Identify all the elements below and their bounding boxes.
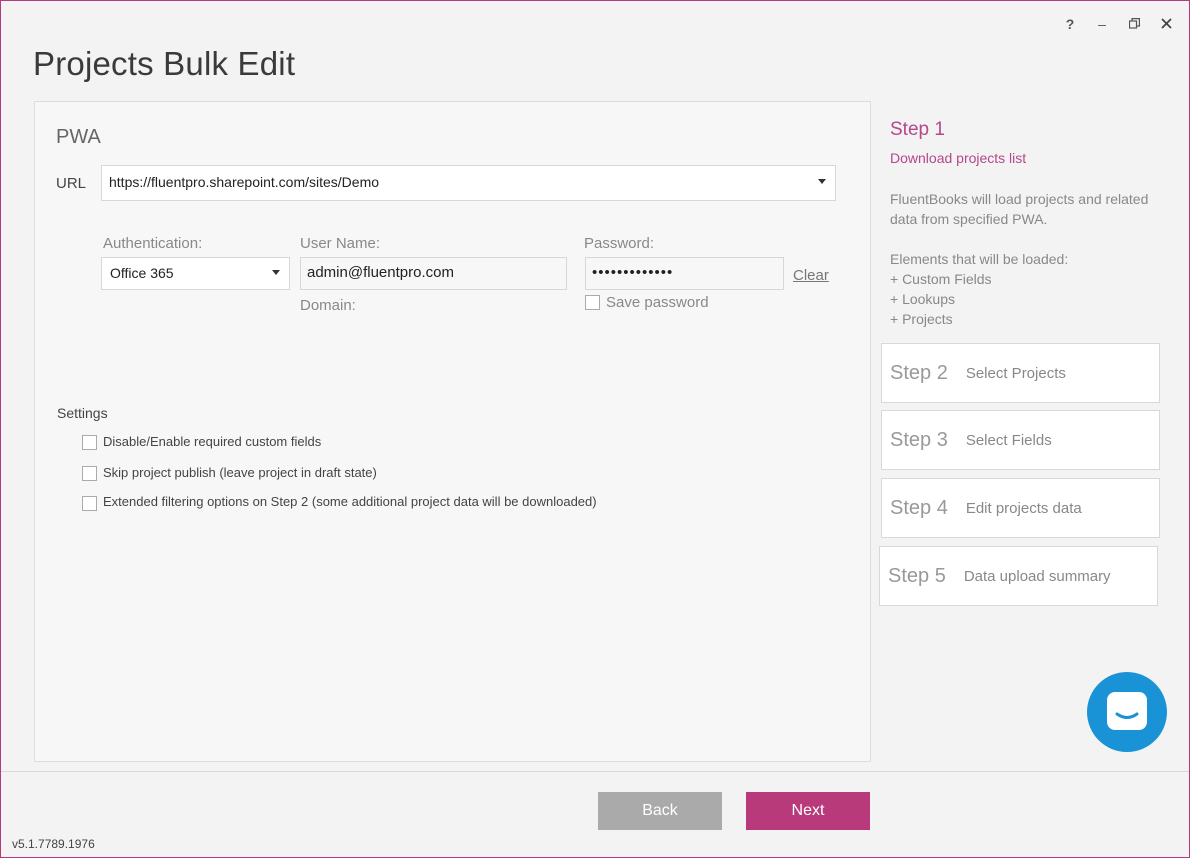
back-button[interactable]: Back xyxy=(598,792,722,830)
app-window: ? – Projects Bulk Edit PWA URL https://f… xyxy=(0,0,1190,858)
next-button[interactable]: Next xyxy=(746,792,870,830)
step-number: Step 5 xyxy=(888,564,946,587)
authentication-value: Office 365 xyxy=(110,265,174,281)
step-4-item[interactable]: Step 4 Edit projects data xyxy=(881,478,1160,538)
url-value: https://fluentpro.sharepoint.com/sites/D… xyxy=(109,174,380,190)
step-description-text: FluentBooks will load projects and relat… xyxy=(890,191,1149,227)
main-panel: PWA URL https://fluentpro.sharepoint.com… xyxy=(34,101,871,762)
version-label: v5.1.7789.1976 xyxy=(12,837,95,851)
password-label: Password: xyxy=(584,235,655,252)
authentication-label: Authentication: xyxy=(103,235,203,252)
current-step-title: Step 1 xyxy=(890,119,945,140)
authentication-select[interactable]: Office 365 xyxy=(101,257,290,290)
restore-icon[interactable] xyxy=(1125,15,1143,33)
extended-filtering-label: Extended filtering options on Step 2 (so… xyxy=(103,494,597,509)
step-3-item[interactable]: Step 3 Select Fields xyxy=(881,410,1160,470)
clear-password-link[interactable]: Clear xyxy=(793,267,829,284)
chat-icon xyxy=(1107,692,1147,730)
step-name: Data upload summary xyxy=(963,567,1111,585)
step-2-item[interactable]: Step 2 Select Projects xyxy=(881,343,1160,403)
skip-publish-checkbox[interactable] xyxy=(82,466,97,481)
step-5-item[interactable]: Step 5 Data upload summary xyxy=(879,546,1158,606)
step-name: Edit projects data xyxy=(965,499,1082,517)
url-select[interactable]: https://fluentpro.sharepoint.com/sites/D… xyxy=(101,165,836,201)
password-field[interactable]: ••••••••••••• xyxy=(585,257,784,290)
window-controls: ? – xyxy=(1061,15,1175,33)
element-item: + Custom Fields xyxy=(890,271,992,287)
skip-publish-label: Skip project publish (leave project in d… xyxy=(103,465,377,480)
dropdown-arrow-icon[interactable] xyxy=(818,179,826,184)
minimize-icon[interactable]: – xyxy=(1093,15,1111,33)
current-step-subtitle: Download projects list xyxy=(890,150,1027,166)
chat-button[interactable] xyxy=(1087,672,1167,752)
required-fields-label: Disable/Enable required custom fields xyxy=(103,434,322,449)
dropdown-arrow-icon[interactable] xyxy=(272,270,280,275)
help-icon[interactable]: ? xyxy=(1061,15,1079,33)
url-label: URL xyxy=(56,175,87,192)
step-name: Select Fields xyxy=(965,431,1052,449)
extended-filtering-checkbox[interactable] xyxy=(82,496,97,511)
current-step-description: FluentBooks will load projects and relat… xyxy=(890,189,1150,329)
required-fields-checkbox[interactable] xyxy=(82,435,97,450)
settings-title: Settings xyxy=(57,405,108,421)
step-number: Step 2 xyxy=(890,361,948,384)
element-item: + Projects xyxy=(890,311,953,327)
pwa-section-title: PWA xyxy=(56,126,101,148)
step-number: Step 4 xyxy=(890,496,948,519)
save-password-label: Save password xyxy=(606,294,709,311)
username-field[interactable]: admin@fluentpro.com xyxy=(300,257,567,290)
save-password-checkbox[interactable] xyxy=(585,295,600,310)
close-icon[interactable] xyxy=(1157,15,1175,33)
step-name: Select Projects xyxy=(965,364,1066,382)
step-number: Step 3 xyxy=(890,428,948,451)
elements-title: Elements that will be loaded: xyxy=(890,251,1069,267)
domain-label: Domain: xyxy=(300,297,356,314)
page-title: Projects Bulk Edit xyxy=(33,45,296,82)
element-item: + Lookups xyxy=(890,291,955,307)
username-label: User Name: xyxy=(300,235,381,252)
footer-divider xyxy=(1,771,1189,772)
